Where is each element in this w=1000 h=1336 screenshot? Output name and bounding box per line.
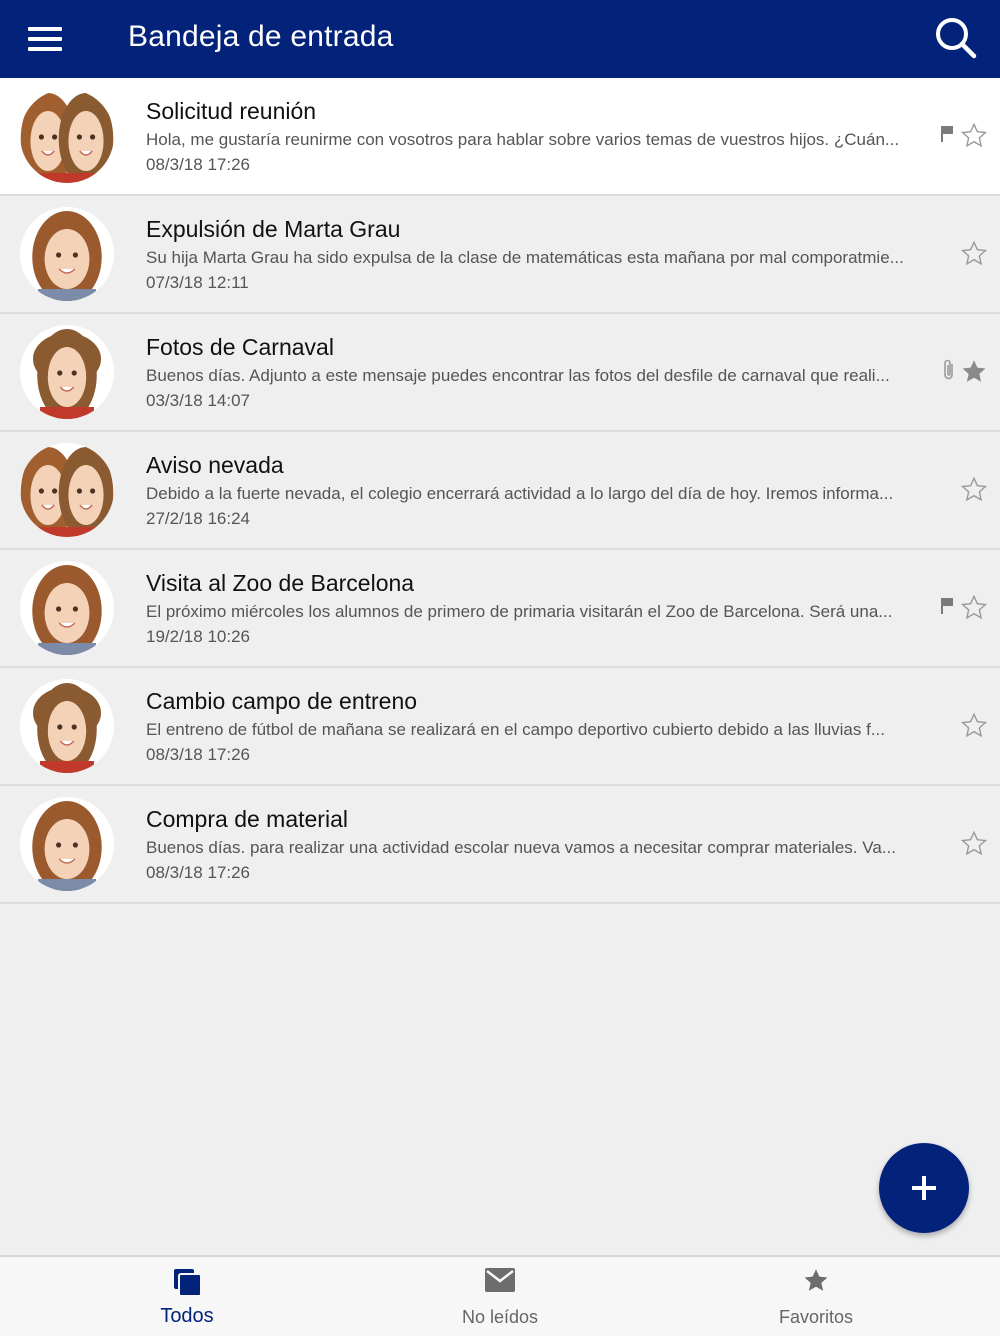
tab-label: No leídos bbox=[461, 1307, 539, 1327]
message-preview: El próximo miércoles los alumnos de prim… bbox=[146, 602, 893, 621]
message-preview: Debido a la fuerte nevada, el colegio en… bbox=[146, 484, 894, 503]
star-outline-icon[interactable] bbox=[960, 830, 988, 858]
message-date: 08/3/18 17:26 bbox=[146, 745, 250, 764]
star-outline-icon[interactable] bbox=[960, 240, 988, 268]
message-date: 03/3/18 14:07 bbox=[146, 391, 250, 410]
bottom-tab-bar: Todos No leídos Favoritos bbox=[0, 1255, 1000, 1336]
message-date: 07/3/18 12:11 bbox=[146, 273, 249, 292]
message-status-icons bbox=[940, 122, 988, 150]
compose-button[interactable] bbox=[879, 1143, 969, 1233]
message-preview: Buenos días. para realizar una actividad… bbox=[146, 838, 896, 857]
menu-icon[interactable] bbox=[28, 24, 64, 54]
message-date: 08/3/18 17:26 bbox=[146, 155, 250, 174]
message-row[interactable]: Solicitud reunión Hola, me gustaría reuni… bbox=[0, 78, 1000, 196]
message-preview: Su hija Marta Grau ha sido expulsa de la… bbox=[146, 248, 904, 267]
star-outline-icon[interactable] bbox=[960, 122, 988, 150]
avatar bbox=[20, 207, 114, 301]
message-preview: El entreno de fútbol de mañana se realiz… bbox=[146, 720, 886, 739]
avatar bbox=[20, 797, 114, 891]
message-subject: Solicitud reunión bbox=[146, 98, 317, 124]
tab-favoritos[interactable]: Favoritos bbox=[716, 1257, 916, 1336]
message-row[interactable]: Fotos de Carnaval Buenos días. Adjunto a … bbox=[0, 314, 1000, 432]
paperclip-icon bbox=[942, 358, 956, 387]
message-status-icons bbox=[942, 358, 988, 386]
message-subject: Visita al Zoo de Barcelona bbox=[146, 570, 415, 596]
flag-icon bbox=[940, 124, 956, 149]
message-preview: Buenos días. Adjunto a este mensaje pued… bbox=[146, 366, 890, 385]
message-status-icons bbox=[960, 476, 988, 504]
star-outline-icon[interactable] bbox=[960, 476, 988, 504]
message-subject: Compra de material bbox=[146, 806, 348, 832]
avatar bbox=[20, 443, 114, 537]
message-row[interactable]: Visita al Zoo de Barcelona El próximo mié… bbox=[0, 550, 1000, 668]
message-subject: Fotos de Carnaval bbox=[146, 334, 334, 360]
avatar bbox=[20, 89, 114, 183]
message-date: 08/3/18 17:26 bbox=[146, 863, 250, 882]
message-preview: Hola, me gustaría reunirme con vosotros … bbox=[146, 130, 900, 149]
tab-label: Favoritos bbox=[778, 1307, 854, 1327]
star-filled-icon[interactable] bbox=[960, 358, 988, 386]
message-row[interactable]: Compra de material Buenos días. para real… bbox=[0, 786, 1000, 904]
tab-todos[interactable]: Todos bbox=[87, 1257, 287, 1336]
star-outline-icon[interactable] bbox=[960, 712, 988, 740]
stack-icon bbox=[172, 1267, 202, 1302]
message-status-icons bbox=[960, 240, 988, 268]
star-icon bbox=[802, 1267, 830, 1300]
message-status-icons bbox=[960, 830, 988, 858]
avatar bbox=[20, 325, 114, 419]
message-subject: Aviso nevada bbox=[146, 452, 284, 478]
message-list: Solicitud reunión Hola, me gustaría reuni… bbox=[0, 78, 1000, 904]
message-date: 19/2/18 10:26 bbox=[146, 627, 250, 646]
page-title: Bandeja de entrada bbox=[128, 20, 394, 53]
message-row[interactable]: Expulsión de Marta Grau Su hija Marta Gra… bbox=[0, 196, 1000, 314]
tab-no-leidos[interactable]: No leídos bbox=[400, 1257, 600, 1336]
star-outline-icon[interactable] bbox=[960, 594, 988, 622]
message-subject: Expulsión de Marta Grau bbox=[146, 216, 401, 242]
flag-icon bbox=[940, 596, 956, 621]
message-subject: Cambio campo de entreno bbox=[146, 688, 418, 714]
message-status-icons bbox=[960, 712, 988, 740]
message-date: 27/2/18 16:24 bbox=[146, 509, 250, 528]
message-row[interactable]: Cambio campo de entreno El entreno de fút… bbox=[0, 668, 1000, 786]
avatar bbox=[20, 561, 114, 655]
search-icon[interactable] bbox=[934, 16, 978, 60]
tab-label: Todos bbox=[160, 1305, 214, 1327]
avatar bbox=[20, 679, 114, 773]
message-status-icons bbox=[940, 594, 988, 622]
envelope-icon bbox=[484, 1267, 516, 1298]
message-row[interactable]: Aviso nevada Debido a la fuerte nevada, e… bbox=[0, 432, 1000, 550]
app-bar: Bandeja de entrada bbox=[0, 0, 1000, 78]
